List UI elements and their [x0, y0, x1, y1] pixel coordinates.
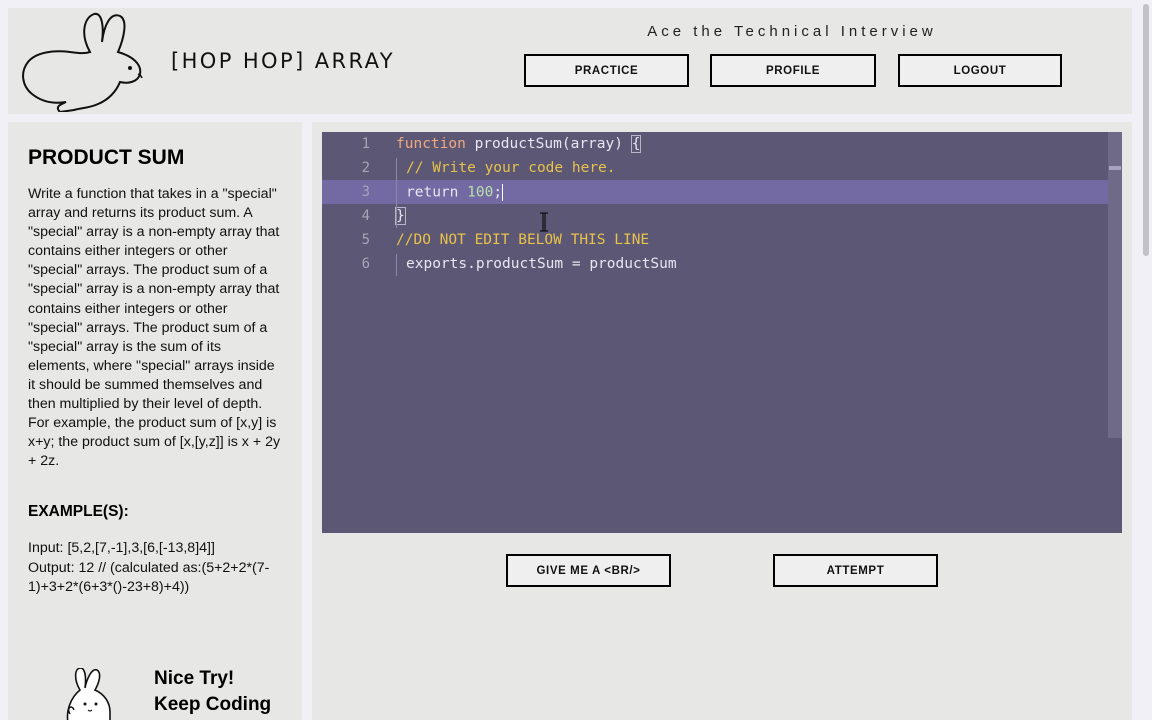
- page-scrollbar-thumb[interactable]: [1143, 4, 1149, 256]
- line-number: 2: [361, 160, 370, 176]
- logo[interactable]: [HOP HOP] ARRAY: [8, 8, 440, 114]
- example-input: Input: [5,2,[7,-1],3,[6,[-13,8]4]]: [28, 540, 215, 557]
- code-line-1[interactable]: 1 function productSum(array) {: [322, 132, 1108, 156]
- close-brace: }: [395, 207, 406, 225]
- problem-description: Write a function that takes in a "specia…: [28, 186, 281, 470]
- header: [HOP HOP] ARRAY Ace the Technical Interv…: [8, 8, 1132, 114]
- hint-button[interactable]: GIVE ME A <BR/>: [506, 554, 671, 587]
- indent-guide: [396, 158, 397, 228]
- code-line-5[interactable]: 5 //DO NOT EDIT BELOW THIS LINE: [322, 228, 1108, 252]
- examples-heading: EXAMPLE(S):: [28, 503, 129, 521]
- bunny-mascot-icon: [66, 668, 111, 720]
- keyword: return: [406, 184, 459, 200]
- main-panel: 1 function productSum(array) { 2 // Writ…: [312, 122, 1132, 720]
- example-output: Output: 12 // (calculated as:(5+2+2*(7-1…: [28, 559, 270, 595]
- code-text: return 100;: [406, 183, 504, 201]
- open-brace: {: [630, 135, 642, 153]
- keyword: function: [396, 136, 466, 152]
- practice-button[interactable]: PRACTICE: [524, 54, 689, 87]
- logout-button[interactable]: LOGOUT: [898, 54, 1062, 87]
- code-editor[interactable]: 1 function productSum(array) { 2 // Writ…: [322, 132, 1122, 533]
- feedback-line-1: Nice Try!: [154, 668, 235, 689]
- export-statement: exports.productSum = productSum: [406, 256, 677, 272]
- semicolon: ;: [493, 184, 503, 200]
- tagline: Ace the Technical Interview: [647, 23, 937, 40]
- comment: // Write your code here.: [406, 160, 616, 176]
- feedback-message: Nice Try! Keep Coding: [154, 666, 271, 718]
- code-line-2[interactable]: 2 // Write your code here.: [322, 156, 1108, 180]
- code-text: // Write your code here.: [406, 160, 616, 176]
- feedback-line-2: Keep Coding: [154, 694, 272, 715]
- indent-guide: [396, 254, 397, 276]
- line-number: 3: [361, 184, 370, 200]
- editor-scrollbar-thumb[interactable]: [1109, 166, 1121, 170]
- code-text: //DO NOT EDIT BELOW THIS LINE: [396, 232, 649, 248]
- code-line-3[interactable]: 3 return 100;: [322, 180, 1108, 204]
- text-caret: [502, 183, 504, 201]
- problem-title: PRODUCT SUM: [28, 146, 185, 169]
- problem-panel: PRODUCT SUM Write a function that takes …: [8, 122, 302, 720]
- brand-name: [HOP HOP] ARRAY: [171, 49, 395, 73]
- text-cursor-icon: [540, 212, 548, 232]
- code-text: }: [395, 207, 406, 225]
- attempt-button[interactable]: ATTEMPT: [773, 554, 938, 587]
- line-number: 5: [361, 232, 370, 248]
- editor-scrollbar[interactable]: [1108, 132, 1122, 438]
- code-line-6[interactable]: 6 exports.productSum = productSum: [322, 252, 1108, 276]
- code-line-4[interactable]: 4 }: [322, 204, 1108, 228]
- profile-button[interactable]: PROFILE: [710, 54, 876, 87]
- function-signature: productSum(array): [465, 136, 632, 152]
- line-number: 1: [361, 136, 370, 152]
- line-number: 4: [361, 208, 370, 224]
- code-text: exports.productSum = productSum: [406, 256, 677, 272]
- number-literal: 100: [467, 184, 494, 200]
- code-text: function productSum(array) {: [396, 135, 642, 153]
- feedback: Nice Try! Keep Coding: [64, 662, 294, 720]
- line-number: 6: [361, 256, 370, 272]
- comment: //DO NOT EDIT BELOW THIS LINE: [396, 232, 650, 248]
- rabbit-logo-icon: [22, 12, 143, 112]
